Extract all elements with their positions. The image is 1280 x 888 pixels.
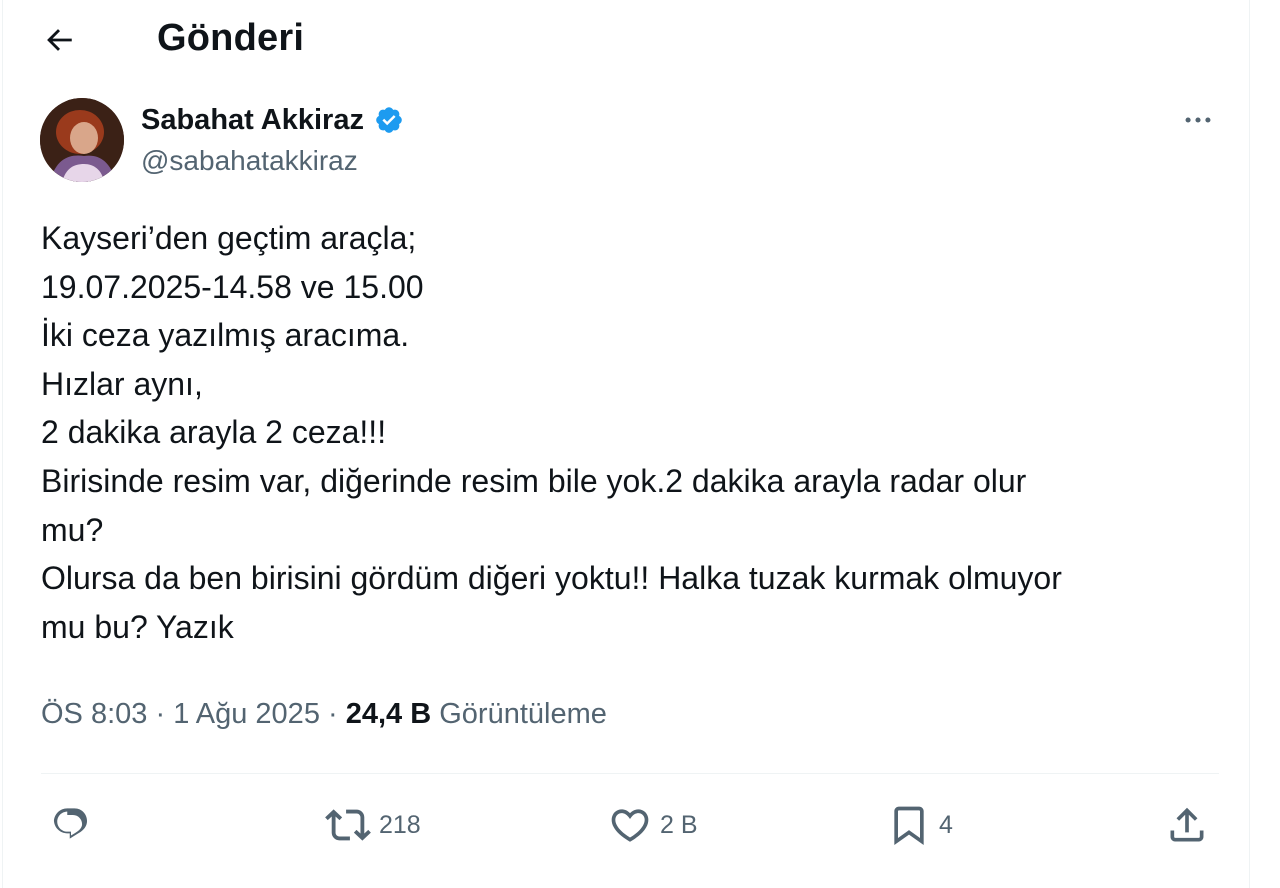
meta-separator: · (328, 698, 346, 730)
page-title: Gönderi (157, 17, 305, 59)
tweet-text: Kayseri’den geçtim araçla; 19.07.2025-14… (41, 214, 1221, 651)
more-horizontal-icon (1185, 117, 1211, 123)
tweet-date[interactable]: 1 Ağu 2025 (173, 698, 320, 730)
bookmark-button[interactable]: 4 (887, 800, 953, 850)
bookmark-icon (894, 806, 924, 846)
divider (41, 773, 1219, 774)
meta-separator: · (155, 698, 174, 730)
avatar[interactable] (40, 98, 124, 182)
back-button[interactable] (37, 18, 81, 62)
more-options-button[interactable] (1173, 98, 1223, 142)
display-name[interactable]: Sabahat Akkiraz (141, 100, 364, 140)
header: Gönderi (3, 0, 1249, 78)
heart-icon (611, 809, 649, 842)
views-count: 24,4 B (345, 698, 432, 730)
user-handle[interactable]: @sabahatakkiraz (141, 142, 358, 180)
tweet-line: Birisinde resim var, diğerinde resim bil… (41, 462, 1027, 499)
tweet-line: Kayseri’den geçtim araçla; (41, 220, 417, 256)
share-icon (1170, 807, 1204, 842)
share-button[interactable] (1165, 800, 1217, 850)
post-detail-view: Gönderi Sabahat Akkiraz @sabahatakkiraz … (2, 0, 1250, 888)
tweet-line: mu bu? Yazık (41, 608, 234, 645)
like-button[interactable]: 2 B (608, 800, 698, 850)
views-label: Görüntüleme (439, 698, 607, 730)
reply-button[interactable] (51, 800, 99, 850)
bookmark-count: 4 (939, 811, 953, 839)
arrow-left-icon (47, 29, 72, 51)
tweet-line: 19.07.2025-14.58 ve 15.00 (41, 268, 424, 305)
avatar-image (40, 98, 124, 182)
tweet-meta: ÖS 8:03 · 1 Ağu 2025 · 24,4 B Görüntülem… (41, 694, 607, 734)
tweet-line: İki ceza yazılmış aracıma. (41, 317, 410, 354)
tweet-line: mu? (41, 511, 104, 548)
tweet-line: 2 dakika arayla 2 ceza!!! (41, 414, 387, 451)
verified-badge-icon (374, 105, 404, 135)
retweet-count: 218 (379, 811, 421, 839)
like-count: 2 B (660, 811, 698, 839)
retweet-button[interactable]: 218 (325, 800, 421, 850)
reply-icon (53, 808, 88, 839)
tweet-line: Hızlar aynı, (41, 365, 203, 402)
tweet-line: Olursa da ben birisini gördüm diğeri yok… (41, 560, 1062, 597)
retweet-icon (325, 809, 371, 841)
author-name-row[interactable]: Sabahat Akkiraz (141, 100, 404, 140)
tweet-time[interactable]: ÖS 8:03 (41, 698, 147, 730)
